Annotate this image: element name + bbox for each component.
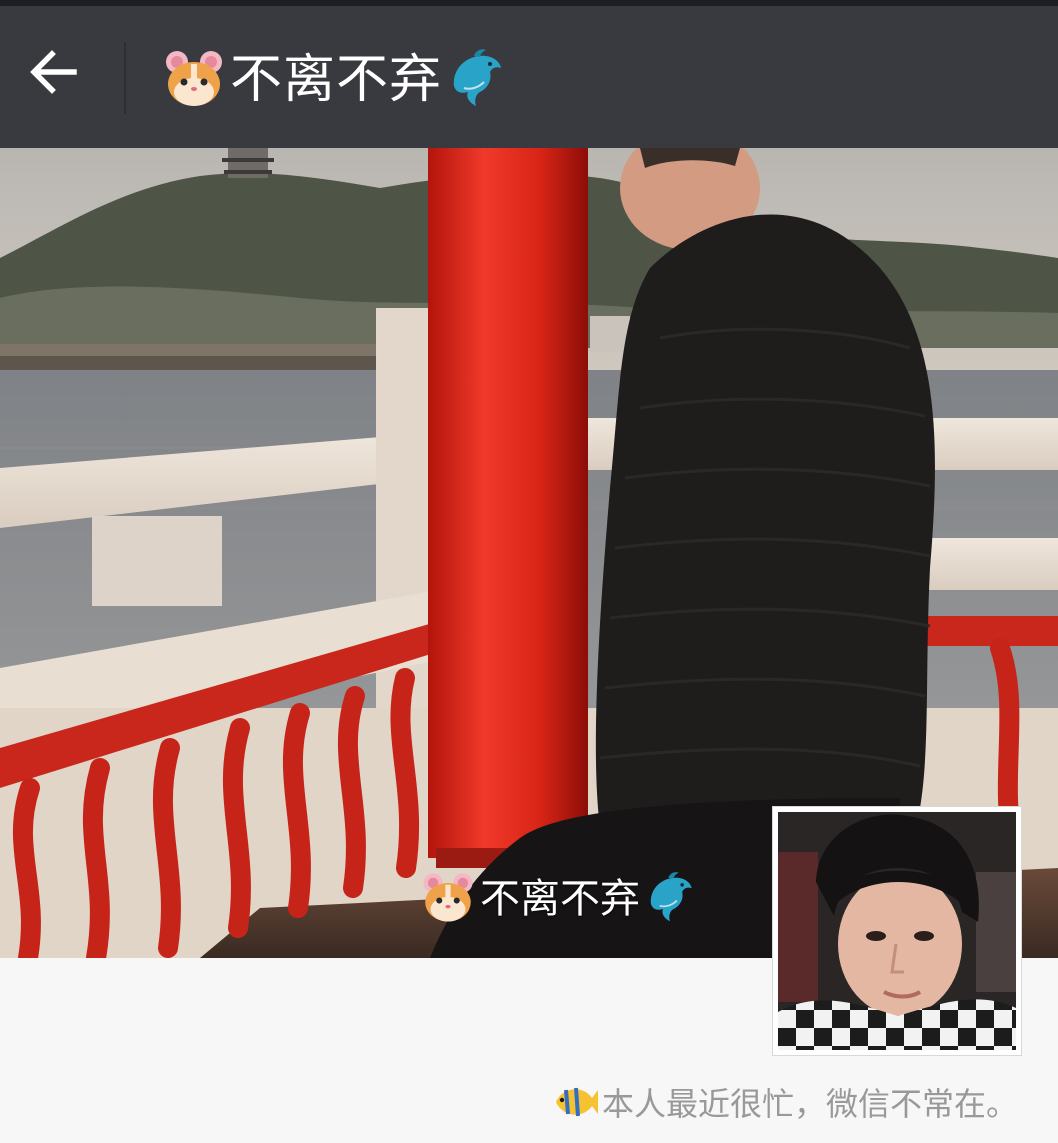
dolphin-icon xyxy=(446,46,506,114)
cover-name: 不离不弃 xyxy=(420,868,696,930)
avatar-image xyxy=(778,812,1016,1050)
arrow-left-icon xyxy=(26,44,82,104)
header-bar: 不离不弃 xyxy=(0,6,1058,148)
signature-text: 本人最近很忙，微信不常在。 xyxy=(601,1085,1018,1123)
title-text: 不离不弃 xyxy=(230,50,443,110)
hamster-face-icon xyxy=(420,869,476,929)
cover-name-text: 不离不弃 xyxy=(480,876,640,922)
hamster-face-icon xyxy=(162,46,226,114)
signature: 本人最近很忙，微信不常在。 xyxy=(552,1076,1018,1132)
back-button[interactable] xyxy=(18,38,90,110)
page-title: 不离不弃 xyxy=(162,44,506,116)
header-divider xyxy=(124,42,126,114)
dolphin-icon xyxy=(644,869,696,929)
avatar[interactable] xyxy=(772,806,1022,1056)
tropical-fish-icon xyxy=(552,1080,600,1128)
